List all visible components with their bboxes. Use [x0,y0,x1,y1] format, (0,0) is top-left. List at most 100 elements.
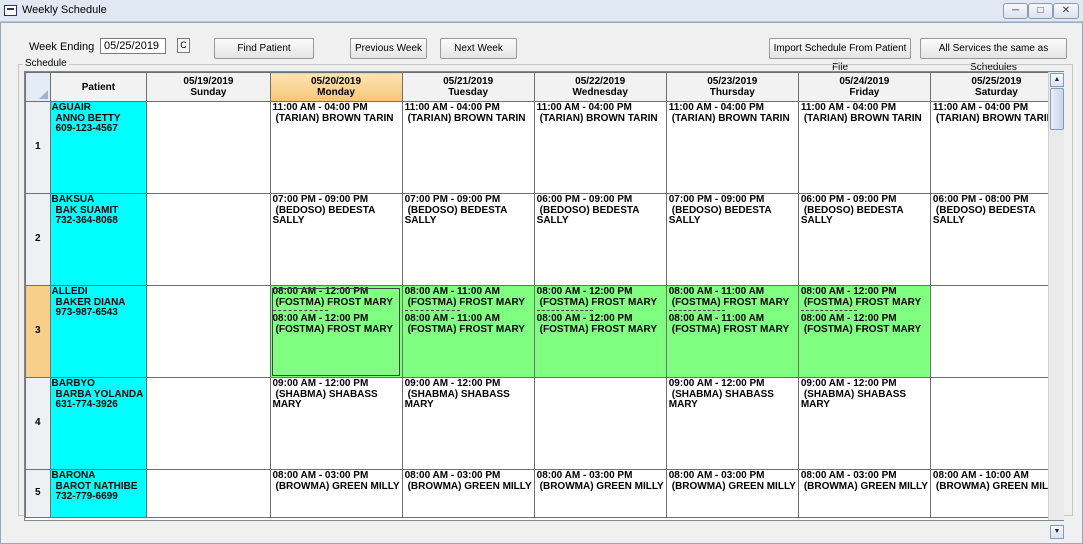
schedule-cell-friday[interactable]: 08:00 AM - 03:00 PM (BROWMA) GREEN MILLY [797,469,931,518]
schedule-cell-wednesday[interactable] [533,377,667,470]
patient-cell[interactable]: BARBYO BARBA YOLANDA 631-774-3926 [49,377,148,470]
schedule-entry: 07:00 PM - 09:00 PM (BEDOSO) BEDESTA SALLY [273,195,400,227]
entry-time: 08:00 AM - 03:00 PM [668,470,765,481]
schedule-cell-thursday[interactable]: 08:00 AM - 03:00 PM (BROWMA) GREEN MILLY [665,469,799,518]
entry-aide-continued: MARY [800,399,830,410]
day-header-name: Friday [849,87,880,98]
schedule-cell-tuesday[interactable]: 08:00 AM - 11:00 AM (FOSTMA) FROST MARY 08… [401,285,535,378]
day-header-thursday[interactable]: 05/23/2019 Thursday [665,72,799,102]
schedule-cell-wednesday[interactable]: 06:00 PM - 09:00 PM (BEDOSO) BEDESTA SALLY [533,193,667,286]
next-week-button[interactable]: Next Week [440,38,517,59]
schedule-cell-sunday[interactable] [146,377,271,470]
schedule-cell-saturday[interactable]: 06:00 PM - 08:00 PM (BEDOSO) BEDESTA SALLY [929,193,1063,286]
entry-time: 08:00 AM - 12:00 PM [272,313,369,324]
schedule-cell-friday[interactable]: 08:00 AM - 12:00 PM (FOSTMA) FROST MARY 08… [797,285,931,378]
find-patient-button[interactable]: Find Patient [214,38,314,59]
schedule-cell-sunday[interactable] [146,193,271,286]
schedule-cell-tuesday[interactable]: 07:00 PM - 09:00 PM (BEDOSO) BEDESTA SALLY [401,193,535,286]
schedule-cell-saturday[interactable] [929,285,1063,378]
schedule-cell-wednesday[interactable]: 11:00 AM - 04:00 PM (TARIAN) BROWN TARIN [533,101,667,194]
entry-aide: (FOSTMA) FROST MARY [803,323,922,335]
day-header-friday[interactable]: 05/24/2019 Friday [797,72,931,102]
row-number[interactable]: 2 [25,193,51,286]
schedule-cell-tuesday[interactable]: 11:00 AM - 04:00 PM (TARIAN) BROWN TARIN [401,101,535,194]
day-header-name: Sunday [190,87,227,98]
schedule-cell-monday[interactable]: 11:00 AM - 04:00 PM (TARIAN) BROWN TARIN [269,101,403,194]
close-button[interactable]: ✕ [1053,3,1079,19]
schedule-cell-tuesday[interactable]: 08:00 AM - 03:00 PM (BROWMA) GREEN MILLY [401,469,535,518]
schedule-entry: 08:00 AM - 12:00 PM (FOSTMA) FROST MARY [537,287,664,308]
schedule-cell-saturday[interactable]: 11:00 AM - 04:00 PM (TARIAN) BROWN TARIN [929,101,1063,194]
schedule-entry: 11:00 AM - 04:00 PM (TARIAN) BROWN TARIN [933,103,1060,124]
entry-time: 09:00 AM - 12:00 PM [800,378,897,389]
entry-separator [800,310,857,311]
row-number[interactable]: 1 [25,101,51,194]
all-services-same-button[interactable]: All Services the same as Schedules [920,38,1067,73]
schedule-cell-monday[interactable]: 08:00 AM - 12:00 PM (FOSTMA) FROST MARY 08… [269,285,403,378]
patient-cell[interactable]: ALLEDI BAKER DIANA 973-987-6543 [49,285,148,378]
entry-time: 11:00 AM - 04:00 PM [404,102,500,113]
schedule-cell-thursday[interactable]: 11:00 AM - 04:00 PM (TARIAN) BROWN TARIN [665,101,799,194]
patient-cell[interactable]: BARONA BAROT NATHIBE 732-779-6699 [49,469,148,518]
scroll-down-button[interactable]: ▼ [1050,525,1064,539]
schedule-cell-saturday[interactable] [929,377,1063,470]
entry-aide: (FOSTMA) FROST MARY [407,323,525,335]
day-header-date: 05/23/2019 [707,76,758,87]
row-number[interactable]: 5 [25,469,51,518]
day-header-name: Wednesday [572,87,628,98]
schedule-cell-sunday[interactable] [146,101,271,194]
scroll-thumb[interactable] [1050,88,1064,130]
schedule-cell-thursday[interactable]: 08:00 AM - 11:00 AM (FOSTMA) FROST MARY 08… [665,285,799,378]
entry-time: 09:00 AM - 12:00 PM [272,378,369,389]
import-schedule-button[interactable]: Import Schedule From Patient File [769,38,911,73]
schedule-cell-thursday[interactable]: 09:00 AM - 12:00 PM (SHABMA) SHABASS MARY [665,377,799,470]
schedule-cell-thursday[interactable]: 07:00 PM - 09:00 PM (BEDOSO) BEDESTA SALLY [665,193,799,286]
schedule-cell-friday[interactable]: 09:00 AM - 12:00 PM (SHABMA) SHABASS MARY [797,377,931,470]
schedule-cell-monday[interactable]: 07:00 PM - 09:00 PM (BEDOSO) BEDESTA SALLY [269,193,403,286]
entry-aide: (TARIAN) BROWN TARIN [539,112,658,124]
vertical-scrollbar[interactable]: ▲ ▼ [1048,72,1064,539]
entry-aide-continued: SALLY [668,215,701,226]
title-bar: Weekly Schedule ─ □ ✕ [0,0,1083,22]
schedule-entry: 08:00 AM - 03:00 PM (BROWMA) GREEN MILLY [405,471,532,492]
entry-aide-continued: MARY [272,399,302,410]
entry-time: 08:00 AM - 03:00 PM [404,470,501,481]
day-header-saturday[interactable]: 05/25/2019 Saturday [929,72,1063,102]
entry-time: 11:00 AM - 04:00 PM [536,102,632,113]
maximize-button[interactable]: □ [1028,3,1053,19]
patient-column-header[interactable]: Patient [49,72,148,102]
scroll-up-button[interactable]: ▲ [1050,73,1064,87]
entry-separator [536,310,593,311]
patient-cell[interactable]: AGUAIR ANNO BETTY 609-123-4567 [49,101,148,194]
calendar-c-button[interactable]: C [177,38,190,53]
schedule-cell-friday[interactable]: 11:00 AM - 04:00 PM (TARIAN) BROWN TARIN [797,101,931,194]
entry-time: 11:00 AM - 04:00 PM [272,102,368,113]
schedule-cell-tuesday[interactable]: 09:00 AM - 12:00 PM (SHABMA) SHABASS MARY [401,377,535,470]
schedule-cell-wednesday[interactable]: 08:00 AM - 03:00 PM (BROWMA) GREEN MILLY [533,469,667,518]
day-header-monday[interactable]: 05/20/2019 Monday [269,72,403,102]
entry-aide: (FOSTMA) FROST MARY [275,323,393,335]
week-ending-input[interactable]: 05/25/2019 [100,38,166,54]
schedule-cell-saturday[interactable]: 08:00 AM - 10:00 AM (BROWMA) GREEN MILLY [929,469,1063,518]
schedule-cell-sunday[interactable] [146,469,271,518]
row-number[interactable]: 4 [25,377,51,470]
patient-cell[interactable]: BAKSUA BAK SUAMIT 732-364-8068 [49,193,148,286]
entry-aide: (FOSTMA) FROST MARY [539,323,658,335]
schedule-cell-wednesday[interactable]: 08:00 AM - 12:00 PM (FOSTMA) FROST MARY 08… [533,285,667,378]
schedule-row: 3 ALLEDI BAKER DIANA 973-987-6543 08:00 AM -… [25,285,1063,378]
schedule-cell-friday[interactable]: 06:00 PM - 09:00 PM (BEDOSO) BEDESTA SALLY [797,193,931,286]
schedule-entry: 11:00 AM - 04:00 PM (TARIAN) BROWN TARIN [273,103,400,124]
row-number[interactable]: 3 [25,285,51,378]
schedule-cell-monday[interactable]: 09:00 AM - 12:00 PM (SHABMA) SHABASS MARY [269,377,403,470]
schedule-cell-sunday[interactable] [146,285,271,378]
select-all-corner[interactable] [25,72,51,102]
previous-week-button[interactable]: Previous Week [350,38,427,59]
entry-time: 07:00 PM - 09:00 PM [404,194,501,205]
day-header-wednesday[interactable]: 05/22/2019 Wednesday [533,72,667,102]
day-header-tuesday[interactable]: 05/21/2019 Tuesday [401,72,535,102]
day-header-sunday[interactable]: 05/19/2019 Sunday [146,72,271,102]
scroll-up-icon: ▲ [1053,76,1061,83]
schedule-table: Patient 05/19/2019 Sunday 05/20/2019 Monda… [25,72,1063,518]
schedule-cell-monday[interactable]: 08:00 AM - 03:00 PM (BROWMA) GREEN MILLY [269,469,403,518]
minimize-button[interactable]: ─ [1003,3,1028,19]
